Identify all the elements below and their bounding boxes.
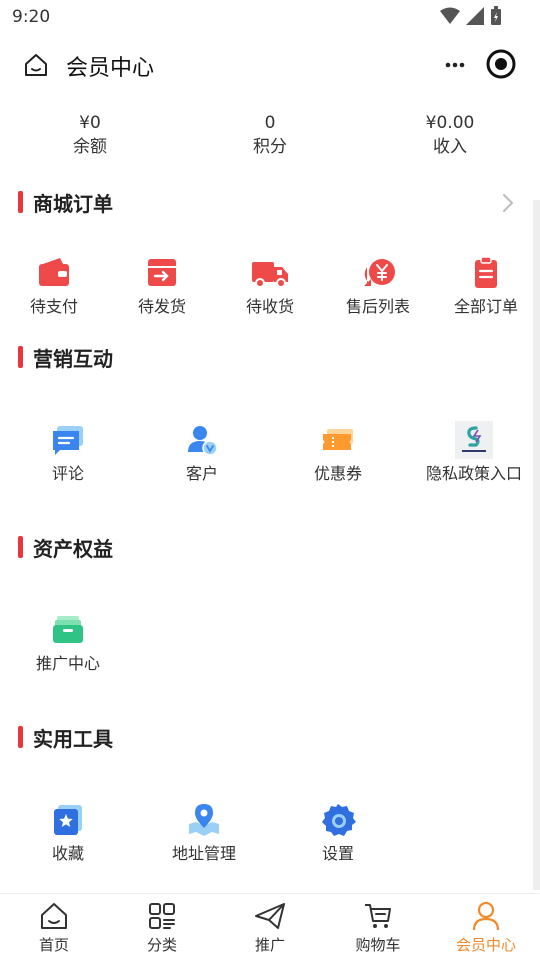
stat-label: 余额 [73, 137, 107, 157]
status-bar: 9:20 [0, 0, 540, 34]
clipboard-icon [475, 256, 497, 288]
stat-points[interactable]: 0 积分 [180, 112, 360, 160]
privacy-logo-icon [455, 421, 493, 459]
order-item-label: 待支付 [29, 297, 78, 316]
order-item-pending-receive[interactable]: 待收货 [235, 253, 305, 317]
nav-bar: 会员中心 [0, 34, 540, 96]
refund-icon [364, 259, 395, 286]
marketing-item-coupon[interactable]: 优惠券 [298, 420, 378, 484]
more-icon[interactable] [440, 50, 470, 80]
tools-item-label: 设置 [321, 844, 354, 863]
battery-icon [491, 6, 501, 25]
tab-promote[interactable]: 推广 [216, 900, 324, 954]
marketing-item-comment[interactable]: 评论 [28, 420, 108, 484]
page-title: 会员中心 [66, 56, 155, 81]
assets-item-label: 推广中心 [35, 654, 100, 673]
home-icon [41, 903, 67, 929]
box-ship-icon [148, 259, 176, 286]
tab-label: 推广 [254, 936, 285, 954]
marketing-item-label: 优惠券 [313, 464, 362, 483]
comment-icon [53, 426, 83, 455]
section-accent-bar [18, 346, 23, 368]
user-icon [472, 901, 500, 931]
stat-value: ¥0 [79, 113, 101, 133]
section-accent-bar [18, 191, 23, 213]
section-title-assets: 资产权益 [18, 534, 113, 561]
marketing-item-label: 隐私政策入口 [425, 464, 522, 483]
stat-label: 收入 [433, 137, 467, 157]
tab-label: 会员中心 [455, 936, 516, 954]
order-item-label: 待发货 [137, 297, 186, 316]
gear-icon [322, 804, 356, 836]
tab-label: 分类 [146, 936, 177, 954]
favorite-icon [54, 805, 82, 835]
promo-box-icon [53, 616, 83, 643]
section-accent-bar [18, 726, 23, 748]
section-accent-bar [18, 536, 23, 558]
section-title-marketing: 营销互动 [18, 344, 113, 371]
tab-home[interactable]: 首页 [0, 900, 108, 954]
coupon-icon [323, 429, 353, 450]
order-item-pending-pay[interactable]: 待支付 [19, 253, 89, 317]
tools-item-label: 收藏 [51, 844, 84, 863]
signal-icon [466, 7, 484, 25]
section-title-text: 商城订单 [33, 191, 113, 216]
section-title-orders: 商城订单 [18, 189, 113, 216]
customer-icon [188, 426, 218, 456]
order-item-label: 售后列表 [345, 297, 410, 316]
assets-item-promo-center[interactable]: 推广中心 [28, 610, 108, 674]
stat-income[interactable]: ¥0.00 收入 [360, 112, 540, 160]
marketing-item-customer[interactable]: 客户 [162, 420, 242, 484]
category-icon [149, 903, 175, 929]
marketing-item-label: 客户 [185, 464, 218, 483]
section-title-text: 营销互动 [33, 346, 113, 371]
section-title-tools: 实用工具 [18, 724, 113, 751]
scrollbar[interactable] [533, 200, 540, 890]
tab-cart[interactable]: 购物车 [324, 900, 432, 954]
truck-icon [252, 262, 288, 288]
cart-icon [365, 904, 391, 928]
wifi-icon [440, 7, 460, 24]
tab-member-center[interactable]: 会员中心 [432, 900, 540, 954]
stat-balance[interactable]: ¥0 余额 [0, 112, 180, 160]
order-item-pending-ship[interactable]: 待发货 [127, 253, 197, 317]
paper-plane-icon [255, 903, 285, 929]
close-target-icon[interactable] [484, 47, 518, 81]
tab-label: 首页 [38, 936, 69, 954]
tools-item-settings[interactable]: 设置 [298, 800, 378, 864]
tools-item-favorite[interactable]: 收藏 [28, 800, 108, 864]
order-item-all[interactable]: 全部订单 [451, 253, 521, 317]
tools-item-address[interactable]: 地址管理 [162, 800, 246, 864]
tab-category[interactable]: 分类 [108, 900, 216, 954]
stats-row: ¥0 余额 0 积分 ¥0.00 收入 [0, 112, 540, 164]
order-item-label: 待收货 [245, 297, 294, 316]
stat-value: 0 [264, 113, 276, 133]
wallet-icon [39, 258, 69, 286]
marketing-item-privacy[interactable]: 隐私政策入口 [422, 420, 526, 484]
map-pin-icon [189, 804, 219, 836]
section-title-text: 实用工具 [33, 726, 113, 751]
tab-label: 购物车 [355, 936, 401, 954]
home-icon[interactable] [22, 51, 50, 79]
bottom-tab-bar: 首页 分类 推广 购物车 会员中心 [0, 893, 540, 960]
stat-label: 积分 [253, 137, 287, 157]
order-item-label: 全部订单 [453, 297, 518, 316]
tools-item-label: 地址管理 [171, 844, 236, 863]
section-title-text: 资产权益 [33, 536, 113, 561]
status-time: 9:20 [12, 7, 51, 27]
marketing-item-label: 评论 [51, 464, 84, 483]
stat-value: ¥0.00 [425, 113, 475, 133]
order-item-after-sale[interactable]: 售后列表 [338, 253, 418, 317]
chevron-right-icon[interactable] [498, 192, 518, 214]
